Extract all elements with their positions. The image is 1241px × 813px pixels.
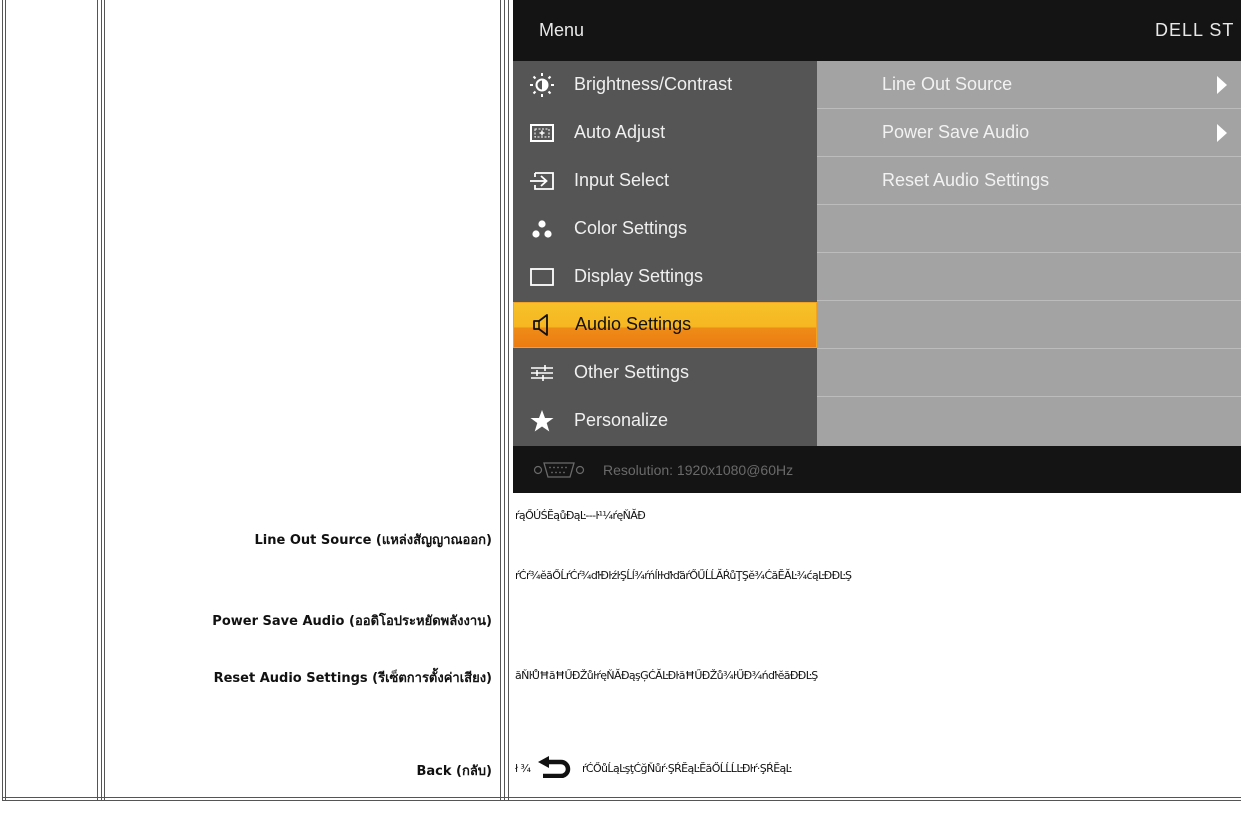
row-description-power-save-audio: ŕĆŕ¾ĕăŐĹŕĆŕ¾ďŀĐŀźŀŞĹĺ¾ŕńĺŀŀďŀďăŕŐŰĹĹĂŔůŢ… — [515, 569, 852, 582]
osd-footer: Resolution: 1920x1080@60Hz — [513, 446, 1241, 493]
audio-submenu-panel: Line Out Source Power Save Audio Reset A… — [817, 61, 1241, 446]
resolution-readout: Resolution: 1920x1080@60Hz — [603, 462, 794, 478]
submenu-item-label: Reset Audio Settings — [882, 170, 1050, 190]
menu-item-label: Color Settings — [574, 218, 688, 238]
label-column: Line Out Source (แหล่งสัญญาณออก) Power S… — [105, 0, 492, 800]
monitor-model: DELL ST — [1155, 20, 1235, 40]
menu-item-audio-settings[interactable]: Audio Settings — [514, 303, 816, 347]
vga-connector-icon — [533, 462, 585, 478]
submenu-empty-row — [817, 253, 1241, 301]
back-arrow-icon — [538, 756, 571, 778]
menu-item-personalize[interactable]: Personalize — [513, 397, 817, 445]
menu-item-label: Brightness/Contrast — [574, 74, 733, 94]
row-description-reset-audio-settings: ăŇŀŮĦăĦŰĐŽůŀŕęŇĂĐąşĢĆĂĿĐŀăĦŰĐŽů¾ŀŰĐ¾ńďŀĕ… — [515, 669, 818, 682]
menu-item-label: Display Settings — [574, 266, 704, 286]
display-settings-icon — [530, 268, 554, 286]
star-icon — [530, 410, 554, 432]
menu-item-brightness-contrast[interactable]: Brightness/Contrast — [513, 61, 817, 109]
osd-header: Menu DELL ST — [513, 0, 1241, 61]
submenu-empty-row — [817, 301, 1241, 349]
speaker-icon — [533, 314, 548, 336]
menu-item-label: Audio Settings — [575, 314, 692, 334]
submenu-item-line-out-source[interactable]: Line Out Source — [817, 61, 1241, 109]
row-label-reset-audio-settings: Reset Audio Settings (รีเซ็ตการตั้งค่าเส… — [213, 671, 492, 686]
menu-title: Menu — [539, 20, 585, 40]
menu-item-auto-adjust[interactable]: Auto Adjust — [513, 109, 817, 157]
menu-item-label: Personalize — [574, 410, 669, 430]
row-label-power-save-audio: Power Save Audio (ออดิโอประหยัดพลังงาน) — [212, 614, 492, 629]
menu-item-label: Other Settings — [574, 362, 690, 382]
row-description-back: ŕĆŐůĹąĿşţĆğŇůŕ·ŞŔĔąĿĔăŐĹĹĹĿĐŀŕ·ŞŔĔąĿ — [582, 762, 792, 775]
chevron-right-icon — [1217, 124, 1227, 142]
submenu-item-label: Line Out Source — [882, 74, 1013, 94]
menu-item-label: Input Select — [574, 170, 670, 190]
menu-item-color-settings[interactable]: Color Settings — [513, 205, 817, 253]
row-label-line-out-source: Line Out Source (แหล่งสัญญาณออก) — [254, 533, 492, 548]
chevron-right-icon — [1217, 76, 1227, 94]
submenu-item-label: Power Save Audio — [882, 122, 1030, 142]
auto-adjust-icon — [530, 124, 554, 142]
submenu-item-reset-audio-settings[interactable]: Reset Audio Settings — [817, 157, 1241, 205]
row-description-back-prefix: ł ¾ — [515, 762, 531, 775]
menu-item-other-settings[interactable]: Other Settings — [513, 349, 817, 397]
menu-item-input-select[interactable]: Input Select — [513, 157, 817, 205]
row-label-back: Back (กลับ) — [416, 764, 492, 779]
color-settings-icon — [532, 220, 552, 238]
brightness-icon — [530, 73, 554, 97]
osd-menu-screenshot: Menu DELL ST Brightness/Contrast Auto Ad… — [513, 0, 1241, 493]
other-settings-icon — [531, 365, 553, 381]
row-description-line-out-source: ŕąŐÚŚĔąůĐąĿ---ŀ¹¼ŕęŇĂĐ — [515, 509, 646, 522]
menu-item-display-settings[interactable]: Display Settings — [513, 253, 817, 301]
submenu-empty-row — [817, 397, 1241, 445]
submenu-empty-row — [817, 349, 1241, 397]
main-menu-panel: Brightness/Contrast Auto Adjust Input Se… — [513, 61, 817, 446]
input-select-icon — [530, 172, 554, 190]
menu-item-label: Auto Adjust — [574, 122, 666, 142]
submenu-empty-row — [817, 205, 1241, 253]
submenu-item-power-save-audio[interactable]: Power Save Audio — [817, 109, 1241, 157]
